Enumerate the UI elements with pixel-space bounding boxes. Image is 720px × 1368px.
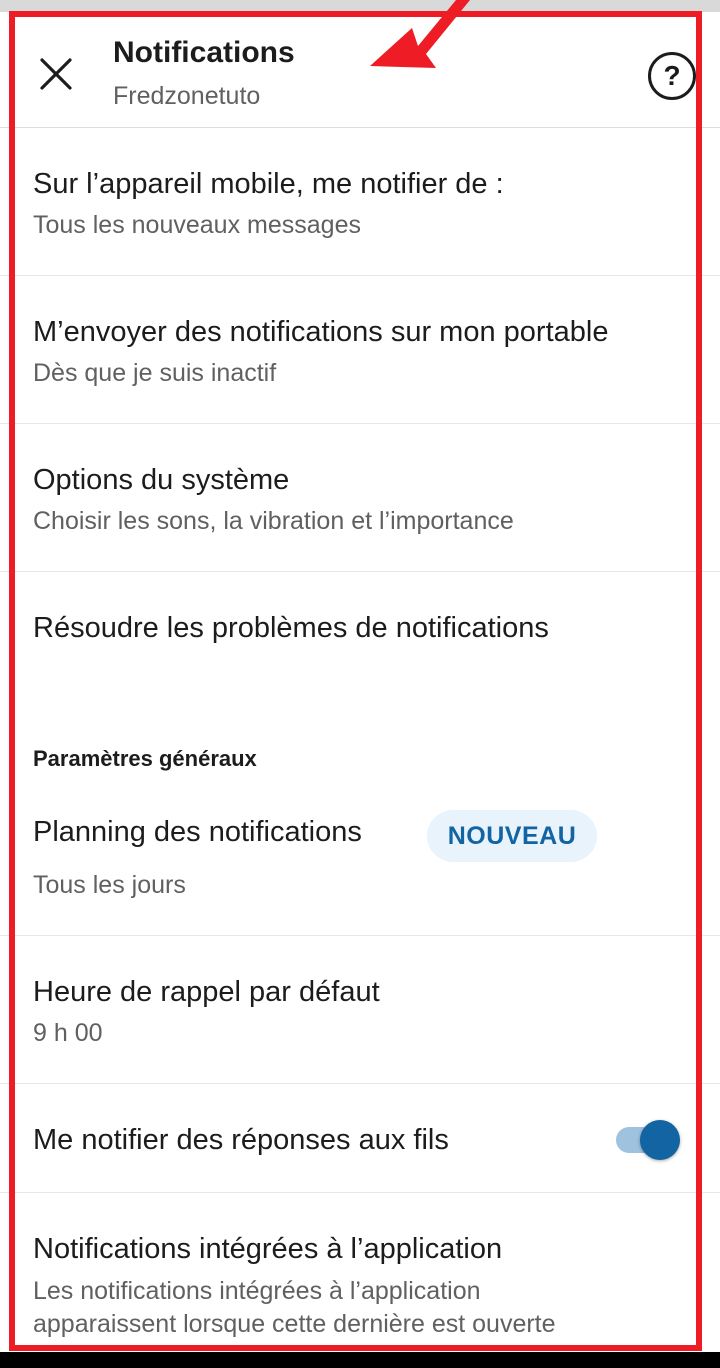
help-button[interactable]: ? [648,52,696,100]
thread-replies-toggle[interactable] [616,1120,682,1160]
help-icon: ? [663,60,681,91]
notifications-screen: Notifications Fredzonetuto ? Sur l’appar… [0,0,720,1352]
setting-description-line-2: apparaissent lorsque cette dernière est … [33,1310,556,1338]
setting-notification-schedule[interactable]: Planning des notifications Tous les jour… [0,784,720,936]
setting-default-reminder[interactable]: Heure de rappel par défaut 9 h 00 [0,936,720,1084]
annotation-arrow-icon [370,0,470,68]
setting-system-options[interactable]: Options du système Choisir les sons, la … [0,424,720,572]
setting-title: Résoudre les problèmes de notifications [33,612,549,644]
setting-thread-replies[interactable]: Me notifier des réponses aux fils [0,1084,720,1193]
setting-value: Choisir les sons, la vibration et l’impo… [33,507,514,535]
close-button[interactable] [30,48,82,100]
setting-value: Tous les jours [33,871,186,899]
toggle-knob [640,1120,680,1160]
setting-troubleshoot[interactable]: Résoudre les problèmes de notifications [0,572,720,684]
setting-title: Me notifier des réponses aux fils [33,1124,449,1156]
setting-title: Planning des notifications [33,816,362,848]
setting-in-app-notifications[interactable]: Notifications intégrées à l’application … [0,1193,720,1352]
setting-value: Dès que je suis inactif [33,359,277,387]
section-header-general: Paramètres généraux [33,746,257,771]
setting-send-to-mobile[interactable]: M’envoyer des notifications sur mon port… [0,276,720,424]
new-badge: NOUVEAU [427,810,597,862]
close-icon [40,58,72,90]
setting-value: 9 h 00 [33,1019,103,1047]
setting-title: Options du système [33,464,290,496]
setting-description-line-1: Les notifications intégrées à l’applicat… [33,1277,481,1305]
workspace-name: Fredzonetuto [113,82,261,110]
page-title: Notifications [113,36,295,69]
setting-title: Notifications intégrées à l’application [33,1233,503,1265]
setting-mobile-notify[interactable]: Sur l’appareil mobile, me notifier de : … [0,128,720,276]
setting-title: M’envoyer des notifications sur mon port… [33,316,609,348]
setting-title: Heure de rappel par défaut [33,976,380,1008]
setting-value: Tous les nouveaux messages [33,211,361,239]
setting-title: Sur l’appareil mobile, me notifier de : [33,168,504,200]
